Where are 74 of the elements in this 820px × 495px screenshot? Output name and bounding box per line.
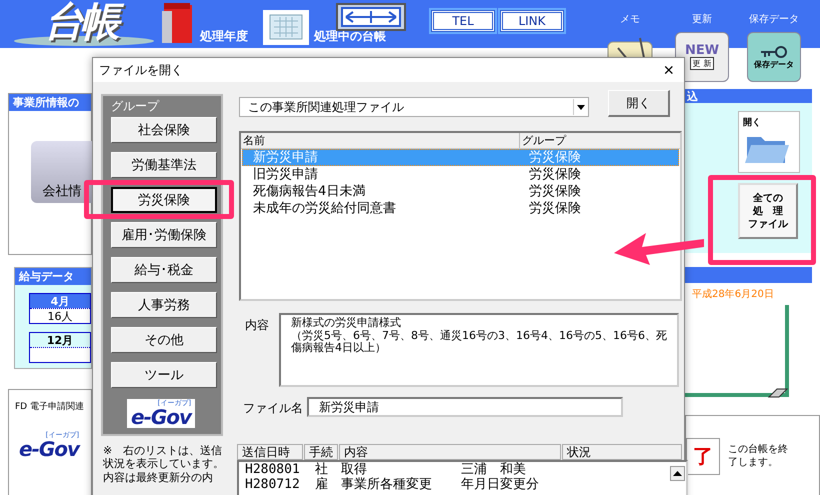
content-cell-text: 事業所各種変更: [341, 477, 433, 492]
file-row[interactable]: 未成年の労災給付同意書 労災保険: [242, 200, 679, 217]
file-row[interactable]: 死傷病報告4日未満 労災保険: [242, 183, 679, 200]
source-dropdown[interactable]: この事業所関連処理ファイル: [239, 97, 589, 117]
procedure-cell-text: 社: [315, 462, 329, 477]
group-button[interactable]: 給与･税金: [111, 257, 217, 283]
exit-button[interactable]: 了: [686, 438, 720, 474]
content-text: （労災5号、6号、7号、8号、通災16号の3、16号4、16号の5、16号6、死傷病報告4日以上）: [291, 330, 668, 355]
eraser-icon[interactable]: [767, 387, 789, 399]
key-icon: [759, 44, 789, 58]
link-button[interactable]: LINK: [500, 10, 564, 32]
column-header: 名前: [241, 133, 520, 148]
filename-field[interactable]: 新労災申請: [307, 397, 623, 417]
panel-title: FD 電子申請関連: [15, 400, 85, 413]
person-cell: 年月日変更分: [461, 477, 539, 492]
procedure-cell-text: 雇: [315, 477, 329, 492]
tool-label[interactable]: 保存データ: [749, 12, 799, 26]
note-text: ※ 右のリストは、送信状況を表示しています。内容は最終更新分の内: [103, 444, 225, 484]
open-button[interactable]: 開く: [608, 90, 670, 117]
file-name: 死傷病報告4日未満: [252, 184, 366, 199]
count-cell: 16人: [30, 308, 90, 323]
date-cell-text: H280712: [245, 477, 301, 492]
app-logo: 台帳: [0, 0, 160, 48]
file-group: 労災保険: [529, 201, 581, 216]
dropdown-caret-icon: [577, 104, 585, 110]
date-cell-text: H280801: [245, 462, 301, 477]
file-row[interactable]: 旧労災申請 労災保険: [242, 166, 679, 183]
column-header: 送信日時: [237, 444, 303, 460]
column-header: 手続: [304, 444, 338, 460]
content-label: 内容: [244, 317, 269, 334]
file-group: 労災保険: [529, 184, 581, 199]
link-button[interactable]: TEL: [431, 10, 495, 32]
all-files-button[interactable]: 全ての 処 理 ファイル: [738, 183, 798, 239]
ledger-label[interactable]: 処理中の台帳: [314, 28, 386, 45]
column-header: 状況: [562, 444, 682, 460]
update-icon[interactable]: NEW 更 新: [675, 32, 729, 82]
date-label: 平成28年6月20日: [692, 288, 775, 301]
company-info-button[interactable]: 会社情: [31, 141, 93, 203]
group-button[interactable]: 労災保険: [111, 187, 217, 213]
tool-label[interactable]: 更新: [692, 12, 712, 26]
month-cell-text: 12月: [46, 333, 74, 347]
column-header: 内容: [339, 444, 561, 460]
file-group: 労災保険: [529, 167, 581, 182]
scroll-up-icon[interactable]: [670, 466, 685, 481]
group-button[interactable]: その他: [111, 327, 217, 353]
panel-title: 給与データ: [15, 268, 91, 285]
file-name: 未成年の労災給付同意書: [252, 201, 397, 216]
column-header: グループ: [521, 133, 568, 148]
content-cell-text: 取得: [341, 462, 368, 477]
year-label[interactable]: 処理年度: [200, 28, 248, 45]
open-folder-button[interactable]: 開く: [738, 111, 800, 173]
toolbox-icon[interactable]: 保存データ: [747, 32, 801, 82]
person-cell: 三浦 和美: [461, 462, 526, 477]
month-cell: 4月: [30, 294, 90, 308]
group-button[interactable]: 労働基準法: [111, 152, 217, 178]
content-text: 新様式の労災申請様式: [291, 317, 402, 330]
egov-text: e-Gov: [19, 439, 80, 459]
panel-title: 事業所情報の: [9, 94, 91, 111]
group-button[interactable]: ツール: [111, 362, 217, 388]
dialog-title: ファイルを開く: [99, 62, 183, 78]
group-button[interactable]: 人事労務: [111, 292, 217, 318]
calendar-icon[interactable]: [262, 9, 310, 45]
egov-text: e-Gov: [131, 407, 192, 427]
group-label: グループ: [111, 98, 160, 115]
filename-label: ファイル名: [242, 400, 303, 417]
exit-note: この台帳を終了します。: [728, 443, 789, 469]
group-button[interactable]: 雇用･労働保険: [111, 222, 217, 248]
swap-arrows-icon[interactable]: [336, 3, 406, 31]
panel-title: 込: [685, 89, 812, 103]
file-name: 旧労災申請: [252, 167, 319, 182]
group-button[interactable]: 社会保険: [111, 117, 217, 143]
file-group: 労災保険: [529, 150, 581, 165]
tool-label[interactable]: メモ: [620, 12, 640, 26]
file-name: 新労災申請: [252, 150, 319, 165]
